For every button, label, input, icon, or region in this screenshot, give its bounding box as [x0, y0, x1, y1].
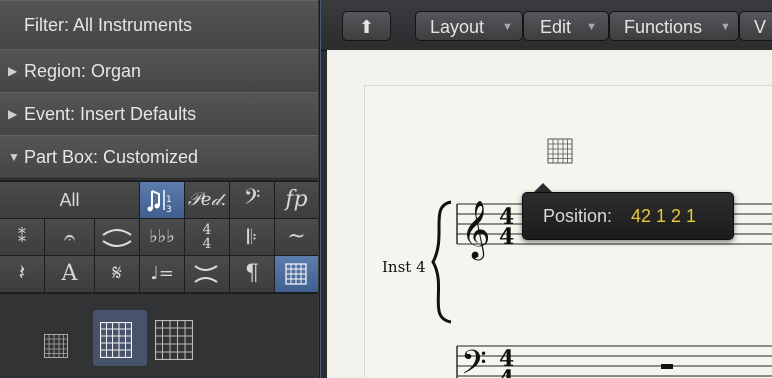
- tooltip-prefix: Position:: [543, 206, 613, 226]
- chord-grid-medium-icon[interactable]: [100, 322, 132, 358]
- chevron-down-icon: ▼: [720, 21, 731, 33]
- dynamics-symbol: fp: [285, 187, 308, 212]
- text-symbol: A: [61, 261, 78, 286]
- go-up-button[interactable]: ⬆: [342, 11, 391, 41]
- up-arrow-icon: ⬆: [358, 17, 375, 37]
- instrument-name-label[interactable]: Inst 4: [382, 258, 426, 276]
- tempo-icon[interactable]: ♩=: [140, 256, 184, 292]
- text-icon[interactable]: A: [45, 256, 94, 292]
- region-label: Region: Organ: [24, 61, 142, 81]
- pedal-symbol: 𝒫𝑒𝒹.: [187, 189, 227, 210]
- layout-menu-label: Layout: [430, 17, 485, 37]
- repeat-barline-icon[interactable]: 𝄆: [230, 219, 274, 255]
- region-disclosure[interactable]: ▶ Region: Organ: [0, 49, 318, 93]
- event-disclosure[interactable]: ▶ Event: Insert Defaults: [0, 92, 318, 136]
- treble-time-sig-bottom: 4: [499, 224, 514, 250]
- paragraph-symbol: ¶: [245, 261, 259, 286]
- layout-menu-button[interactable]: Layout ▼: [415, 11, 523, 41]
- edit-menu-button[interactable]: Edit ▼: [523, 11, 609, 41]
- view-menu-label: V: [754, 17, 767, 37]
- partbox-all-label: All: [59, 190, 80, 210]
- functions-menu-button[interactable]: Functions ▼: [609, 11, 739, 41]
- time-signature-icon[interactable]: 44: [185, 219, 229, 255]
- filter-header[interactable]: Filter: All Instruments: [0, 0, 318, 50]
- dragged-chord-grid-icon: [547, 138, 573, 164]
- functions-menu-label: Functions: [624, 17, 703, 37]
- chevron-down-icon: ▼: [586, 21, 597, 33]
- partbox-palette: All 1 3 𝒫𝑒𝒹. 𝄢 fp ⁑ 𝄐 ♭♭♭ 44 𝄆 ~ 𝄽 A 𝄋 ♩…: [0, 180, 318, 294]
- rest-icon[interactable]: 𝄽: [0, 256, 44, 292]
- edit-menu-label: Edit: [540, 17, 572, 37]
- fermata-icon[interactable]: 𝄐: [45, 219, 94, 255]
- slur-icon[interactable]: [95, 219, 139, 255]
- chord-grid-group-icon[interactable]: [275, 256, 318, 292]
- disclosure-right-icon[interactable]: ▶: [8, 93, 17, 135]
- bass-clef-icon[interactable]: 𝄢: [230, 182, 274, 218]
- notes-group-icon[interactable]: 1 3: [140, 182, 184, 218]
- segno-icon[interactable]: 𝄋: [95, 256, 139, 292]
- hairpin-icon[interactable]: [185, 256, 229, 292]
- treble-clef-icon: 𝄞: [461, 200, 491, 261]
- chevron-down-icon: ▼: [502, 21, 513, 33]
- chord-grid-large-icon[interactable]: [155, 320, 193, 360]
- partbox-disclosure[interactable]: ▼ Part Box: Customized: [0, 135, 318, 179]
- partbox-all-button[interactable]: All: [0, 182, 139, 218]
- tempo-symbol: ♩=: [150, 263, 174, 284]
- dynamics-icon[interactable]: fp: [275, 182, 318, 218]
- svg-text:1: 1: [166, 195, 172, 205]
- chord-grid-small-icon[interactable]: [44, 334, 68, 358]
- paragraph-icon[interactable]: ¶: [230, 256, 274, 292]
- event-label: Event: Insert Defaults: [24, 104, 197, 124]
- inspector-panel: Filter: All Instruments ▶ Region: Organ …: [0, 0, 320, 378]
- ornament-icon[interactable]: ~: [275, 219, 318, 255]
- editor-toolbar: ⬆ Layout ▼ Edit ▼ Functions ▼ V: [321, 0, 772, 51]
- disclosure-down-icon[interactable]: ▼: [8, 136, 20, 178]
- articulation-icon[interactable]: ⁑: [0, 219, 44, 255]
- grand-staff-brace: [431, 200, 452, 324]
- key-signature-icon[interactable]: ♭♭♭: [140, 219, 184, 255]
- svg-text:3: 3: [166, 205, 172, 215]
- filter-label: Filter: All Instruments: [24, 15, 193, 35]
- partbox-label: Part Box: Customized: [24, 147, 199, 167]
- whole-rest: [661, 364, 673, 369]
- pedal-icon[interactable]: 𝒫𝑒𝒹.: [185, 182, 229, 218]
- disclosure-right-icon[interactable]: ▶: [8, 50, 17, 92]
- position-tooltip: Position: 42 1 2 1: [522, 192, 734, 240]
- tooltip-position-value: 42 1 2 1: [631, 206, 697, 226]
- view-menu-button[interactable]: V: [739, 11, 772, 41]
- bass-clef-icon: 𝄢: [461, 344, 487, 378]
- bass-time-sig-bottom: 4: [499, 366, 514, 378]
